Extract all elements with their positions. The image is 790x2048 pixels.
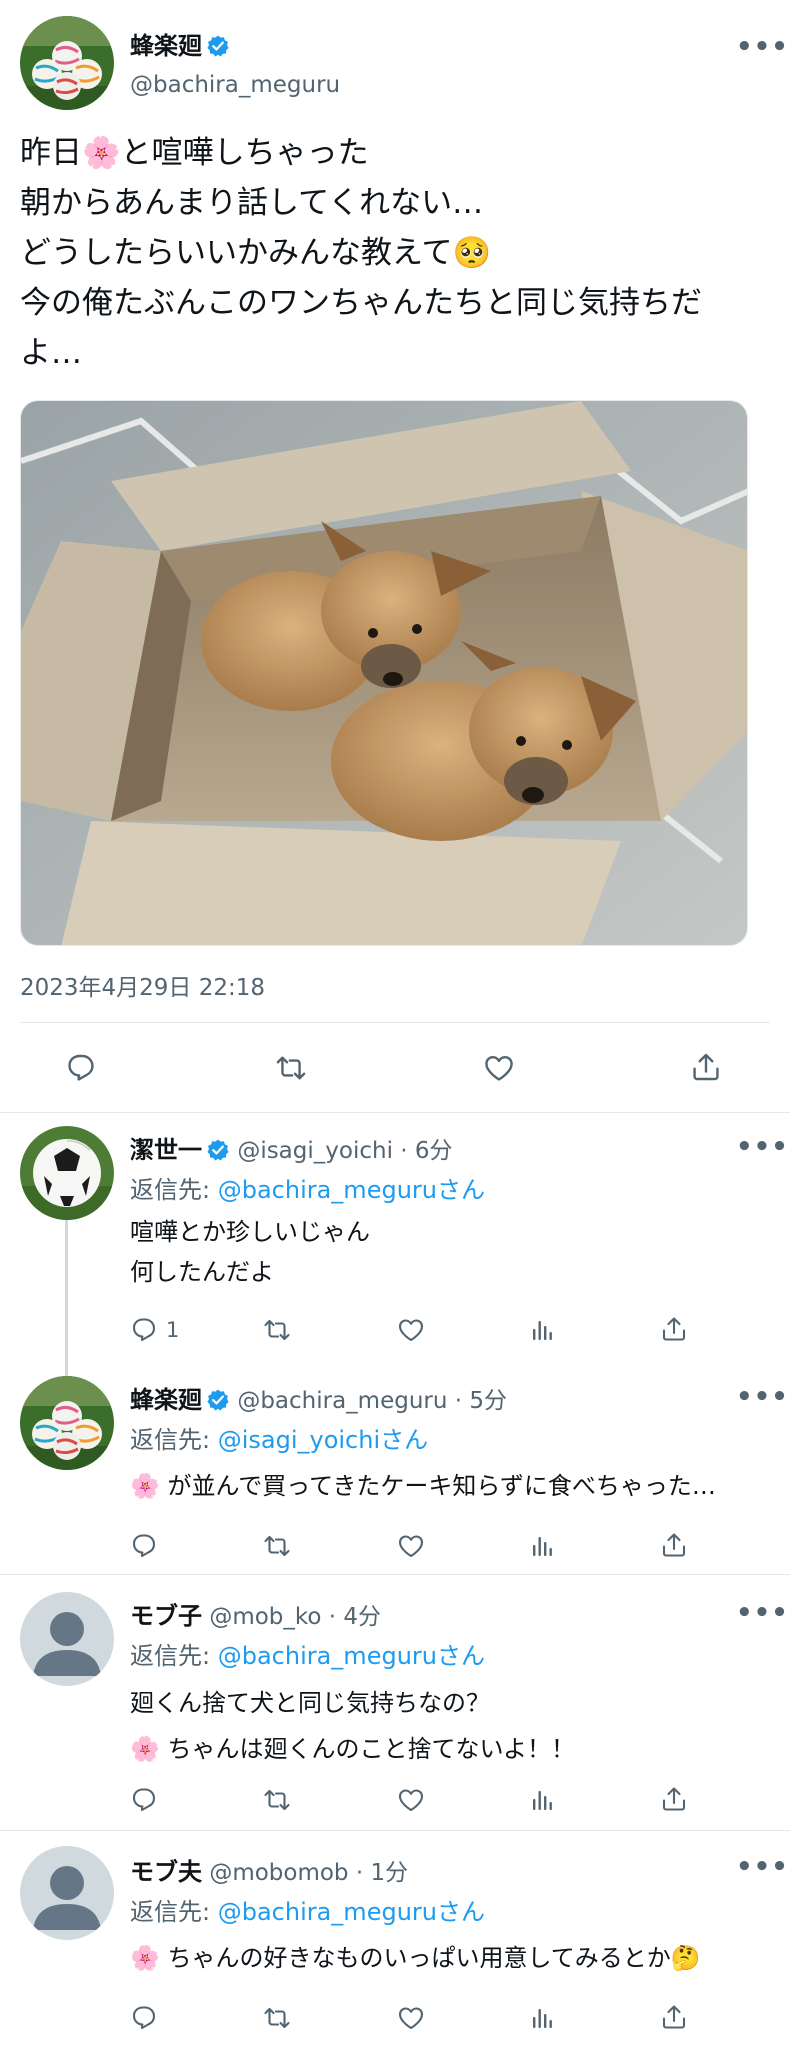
tweet-text: 昨日🌸と喧嘩しちゃった 朝からあんまり話してくれない… どうしたらいいかみんな教… (20, 128, 780, 378)
retweet-icon[interactable] (262, 1786, 292, 1814)
views-icon[interactable] (528, 1532, 556, 1560)
more-options-icon[interactable]: ••• (736, 1852, 789, 1882)
reply-icon[interactable] (130, 1316, 158, 1344)
verified-badge-icon (206, 1388, 230, 1412)
reply-to-link[interactable]: @isagi_yoichiさん (218, 1426, 428, 1454)
reply-author-name[interactable]: モブ夫 (130, 1858, 202, 1886)
divider (0, 1830, 790, 1831)
reply-author-name[interactable]: 潔世一 (130, 1136, 202, 1164)
reply-icon[interactable] (130, 1532, 158, 1560)
avatar[interactable] (20, 1126, 114, 1220)
divider (20, 1022, 770, 1023)
tweet-text-line: 今の俺たぶんこのワンちゃんたちと同じ気持ちだ (20, 285, 702, 321)
divider (0, 1574, 790, 1575)
reply-to-link[interactable]: @bachira_meguruさん (218, 1642, 485, 1670)
verified-badge-icon (206, 1138, 230, 1162)
views-icon[interactable] (528, 1316, 556, 1344)
reply-text: 🌸 ちゃんの好きなものいっぱい用意してみるとか🤔 (130, 1938, 701, 1978)
tweet-text-line: 昨日🌸と喧嘩しちゃった (20, 135, 369, 171)
reply-time[interactable]: 5分 (469, 1388, 507, 1414)
retweet-icon[interactable] (262, 1316, 292, 1344)
thread-line (65, 1210, 68, 1380)
reply-text: 廻くん捨て犬と同じ気持ちなの？ 🌸 ちゃんは廻くんのこと捨てないよ！！ (130, 1680, 575, 1772)
share-icon[interactable] (660, 1784, 688, 1814)
reply-header: モブ子 @mob_ko · 4分 (130, 1602, 382, 1630)
reply-icon[interactable] (130, 1786, 158, 1814)
like-icon[interactable] (396, 1316, 426, 1344)
more-options-icon[interactable]: ••• (736, 1132, 789, 1162)
author-handle[interactable]: @bachira_meguru (130, 72, 340, 98)
reply-header: 蜂楽廻 @bachira_meguru · 5分 (130, 1386, 508, 1414)
reply-text: 喧嘩とか珍しいじゃん 何したんだよ (130, 1212, 370, 1292)
verified-badge-icon (206, 34, 230, 58)
reply-author-handle[interactable]: @mobomob (209, 1860, 348, 1886)
reply-header: モブ夫 @mobomob · 1分 (130, 1858, 409, 1886)
reply-text-line: 🌸 ちゃんは廻くんのこと捨てないよ！！ (130, 1735, 576, 1763)
tweet-text-line: よ… (20, 335, 82, 371)
reply-to: 返信先: @bachira_meguruさん (130, 1176, 485, 1204)
like-icon[interactable] (396, 1532, 426, 1560)
reply-time[interactable]: 1分 (370, 1860, 408, 1886)
reply-time[interactable]: 4分 (343, 1604, 381, 1630)
author-name[interactable]: 蜂楽廻 (130, 32, 202, 60)
reply-text-line: 喧嘩とか珍しいじゃん (130, 1218, 370, 1246)
avatar[interactable] (20, 1846, 114, 1940)
reply-to-link[interactable]: @bachira_meguruさん (218, 1898, 485, 1926)
avatar[interactable] (20, 1592, 114, 1686)
reply-author-handle[interactable]: @bachira_meguru (237, 1388, 447, 1414)
retweet-icon[interactable] (262, 1532, 292, 1560)
reply-author-name[interactable]: 蜂楽廻 (130, 1386, 202, 1414)
reply-to: 返信先: @isagi_yoichiさん (130, 1426, 429, 1454)
reply-to: 返信先: @bachira_meguruさん (130, 1898, 485, 1926)
reply-text: 🌸 が並んで買ってきたケーキ知らずに食べちゃった… (130, 1466, 716, 1506)
share-icon[interactable] (660, 2002, 688, 2032)
like-icon[interactable] (396, 2004, 426, 2032)
more-options-icon[interactable]: ••• (736, 1598, 789, 1628)
reply-icon[interactable] (130, 2004, 158, 2032)
like-icon[interactable] (396, 1786, 426, 1814)
tweet-photo[interactable] (20, 400, 748, 946)
reply-author-name[interactable]: モブ子 (130, 1602, 202, 1630)
reply-text-line: 何したんだよ (130, 1258, 274, 1286)
share-icon[interactable] (660, 1314, 688, 1344)
reply-header: 潔世一 @isagi_yoichi · 6分 (130, 1136, 453, 1164)
tweet-text-line: どうしたらいいかみんな教えて🥺 (20, 235, 492, 271)
views-icon[interactable] (528, 1786, 556, 1814)
views-icon[interactable] (528, 2004, 556, 2032)
reply-text-line: 🌸 ちゃんの好きなものいっぱい用意してみるとか🤔 (130, 1944, 701, 1972)
retweet-icon[interactable] (273, 1052, 309, 1084)
tweet-timestamp[interactable]: 2023年4月29日 22:18 (20, 968, 265, 1002)
author-avatar[interactable] (20, 16, 114, 110)
avatar[interactable] (20, 1376, 114, 1470)
more-options-icon[interactable]: ••• (736, 32, 789, 62)
retweet-icon[interactable] (262, 2004, 292, 2032)
share-icon[interactable] (690, 1050, 722, 1084)
reply-author-handle[interactable]: @mob_ko (209, 1604, 321, 1630)
more-options-icon[interactable]: ••• (736, 1382, 789, 1412)
reply-author-handle[interactable]: @isagi_yoichi (237, 1138, 393, 1164)
share-icon[interactable] (660, 1530, 688, 1560)
tweet-text-line: 朝からあんまり話してくれない… (20, 185, 484, 221)
reply-text-line: 🌸 が並んで買ってきたケーキ知らずに食べちゃった… (130, 1472, 716, 1500)
like-icon[interactable] (482, 1052, 516, 1084)
reply-count: 1 (166, 1318, 180, 1342)
reply-icon[interactable] (65, 1052, 97, 1084)
author-name-row[interactable]: 蜂楽廻 (130, 26, 230, 61)
reply-text-line: 廻くん捨て犬と同じ気持ちなの？ (130, 1689, 490, 1717)
reply-to-link[interactable]: @bachira_meguruさん (218, 1176, 485, 1204)
reply-to: 返信先: @bachira_meguruさん (130, 1642, 485, 1670)
divider (0, 1112, 790, 1113)
reply-time[interactable]: 6分 (415, 1138, 453, 1164)
